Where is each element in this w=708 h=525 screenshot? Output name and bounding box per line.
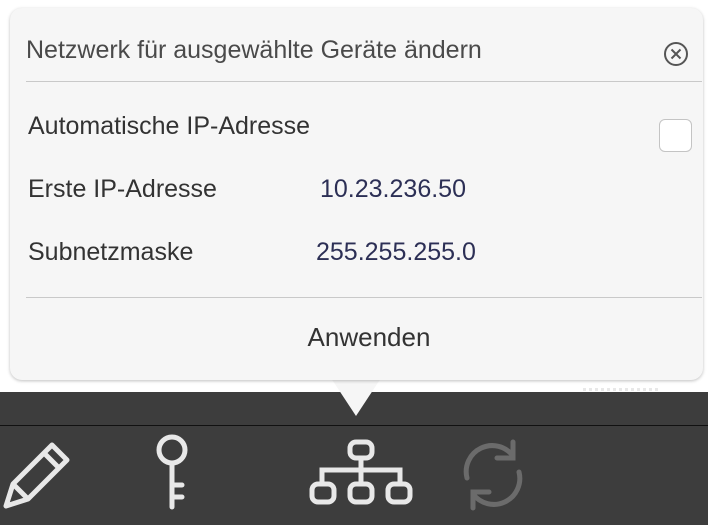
network-popover: Netzwerk für ausgewählte Geräte ändern A… <box>10 8 703 380</box>
popover-title: Netzwerk für ausgewählte Geräte ändern <box>26 36 482 64</box>
footer-separator <box>26 297 702 298</box>
dotted-indicator <box>583 388 658 395</box>
first-ip-field[interactable]: 10.23.236.50 <box>320 175 466 204</box>
toolbar-divider <box>0 425 708 426</box>
refresh-icon[interactable] <box>455 438 531 512</box>
key-icon[interactable] <box>150 433 194 513</box>
network-icon[interactable] <box>308 438 414 508</box>
subnet-mask-field[interactable]: 255.255.255.0 <box>316 238 476 267</box>
pencil-icon[interactable] <box>0 432 76 512</box>
subnet-mask-label: Subnetzmaske <box>28 238 194 266</box>
popover-arrow <box>331 378 381 416</box>
auto-ip-label: Automatische IP-Adresse <box>28 112 311 140</box>
header-separator <box>26 81 702 82</box>
auto-ip-checkbox[interactable] <box>659 119 692 152</box>
first-ip-label: Erste IP-Adresse <box>28 175 217 203</box>
close-circle-icon[interactable] <box>663 41 689 67</box>
apply-button[interactable]: Anwenden <box>10 322 708 353</box>
